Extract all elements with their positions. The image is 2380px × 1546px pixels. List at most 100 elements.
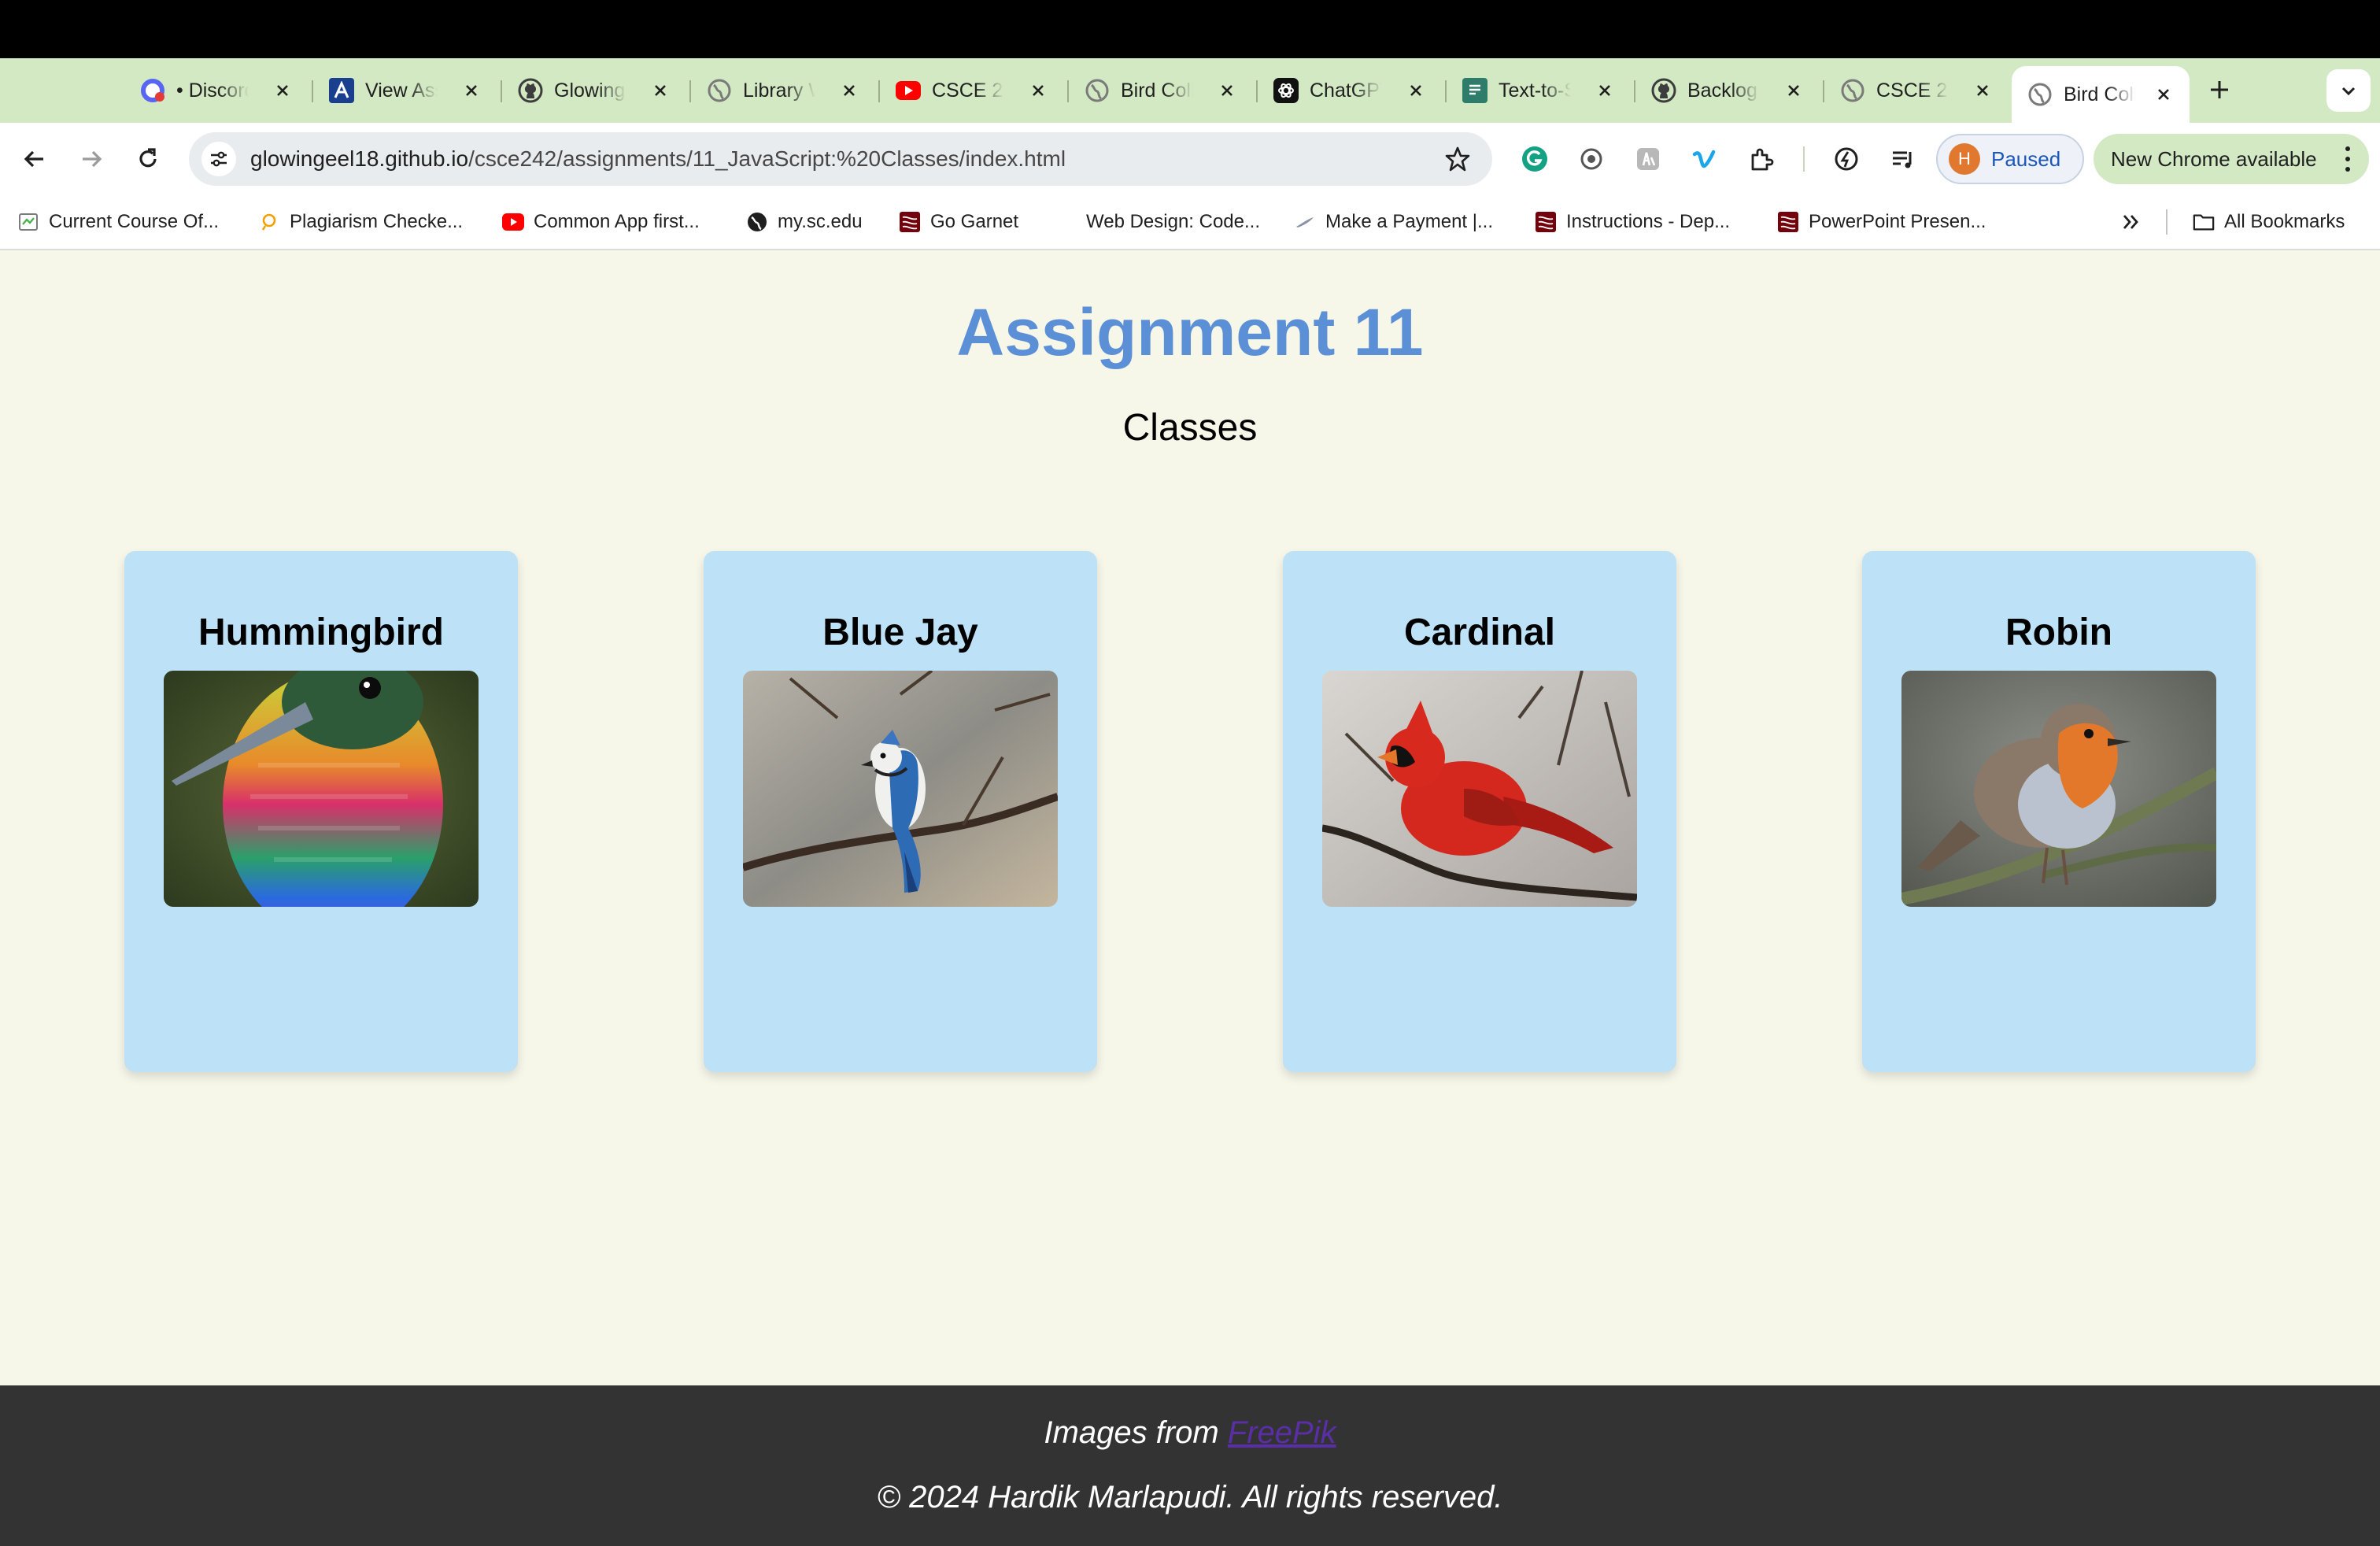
bird-image-blue-jay [743, 671, 1058, 907]
close-icon[interactable] [1404, 79, 1428, 102]
arrow-right-icon [83, 150, 102, 168]
bookmark-common-app[interactable]: Common App first... [502, 208, 700, 236]
url-text: glowingeel18.github.io/csce242/assignmen… [250, 146, 1066, 172]
usc-icon [1535, 211, 1557, 233]
close-icon[interactable] [1026, 79, 1050, 102]
footer: Images from FreePik © 2024 Hardik Marlap… [0, 1385, 2380, 1546]
globe-icon [707, 78, 732, 103]
vimeo-icon[interactable] [1687, 142, 1722, 176]
bookmark-powerpoint[interactable]: PowerPoint Presen... [1777, 208, 1986, 236]
search-bubble-icon [258, 211, 280, 233]
close-icon[interactable] [1215, 79, 1239, 102]
tab-search-button[interactable] [2326, 69, 2371, 112]
arrow-left-icon [24, 150, 43, 168]
tab-discord[interactable]: • Discord [140, 69, 294, 112]
reload-button[interactable] [129, 140, 167, 178]
discord-icon [140, 78, 165, 103]
bookmark-plagiarism-checker[interactable]: Plagiarism Checke... [258, 208, 463, 236]
more-menu-icon[interactable] [2344, 146, 2352, 172]
tab-text-to-speech[interactable]: Text-to-Speech [1462, 69, 1617, 112]
tab-separator [1634, 80, 1635, 102]
tab-csce[interactable]: CSCE 242 [1840, 69, 1994, 112]
bookmarks-bar: Current Course Of... Plagiarism Checke..… [0, 195, 2380, 250]
bird-image-cardinal [1322, 671, 1637, 907]
tab-github[interactable]: Glowingeel18 [518, 69, 672, 112]
toolbar-separator [1803, 146, 1805, 172]
freepik-link[interactable]: FreePik [1228, 1415, 1336, 1450]
performance-icon[interactable] [1829, 142, 1864, 176]
tab-view-assignment[interactable]: View Assignment [329, 69, 483, 112]
image-credit: Images from FreePik [0, 1415, 2380, 1451]
bookmark-label: PowerPoint Presen... [1809, 211, 1986, 232]
extensions-puzzle-icon[interactable] [1744, 142, 1779, 176]
profile-paused-button[interactable]: H Paused [1936, 134, 2084, 184]
bookmark-label: Plagiarism Checke... [290, 211, 464, 232]
close-icon[interactable] [460, 79, 483, 102]
close-icon[interactable] [1593, 79, 1617, 102]
bookmarks-overflow-button[interactable] [2117, 208, 2145, 236]
tab-title: Bird Collection [1121, 79, 1193, 102]
tab-separator [1256, 80, 1258, 102]
tab-title: ChatGPT [1310, 79, 1382, 102]
target-extension-icon[interactable] [1574, 142, 1609, 176]
close-icon[interactable] [649, 79, 672, 102]
folder-icon [2193, 211, 2215, 233]
tab-separator [1067, 80, 1069, 102]
all-bookmarks-label: All Bookmarks [2224, 211, 2345, 232]
menu-bar [0, 0, 2380, 58]
tab-separator [689, 80, 691, 102]
media-control-icon[interactable] [1886, 142, 1920, 176]
bird-name: Robin [2005, 612, 2112, 653]
tab-chatgpt[interactable]: ChatGPT [1273, 69, 1428, 112]
bookmark-make-payment[interactable]: Make a Payment |... [1294, 208, 1493, 236]
close-icon[interactable] [2152, 83, 2175, 106]
bird-name: Cardinal [1403, 612, 1556, 653]
forward-button[interactable] [72, 140, 110, 178]
bird-name: Hummingbird [198, 612, 444, 653]
bookmark-go-garnet[interactable]: Go Garnet [899, 208, 1018, 236]
tab-bird-collection[interactable]: Bird Collection [1085, 69, 1239, 112]
update-chrome-button[interactable]: New Chrome available [2094, 134, 2369, 184]
tab-library-website[interactable]: Library Website [707, 69, 861, 112]
close-icon[interactable] [1971, 79, 1994, 102]
bird-card-robin[interactable]: Robin [1862, 551, 2256, 1072]
address-bar[interactable]: glowingeel18.github.io/csce242/assignmen… [189, 132, 1492, 186]
close-icon[interactable] [1782, 79, 1805, 102]
update-label: New Chrome available [2111, 146, 2317, 171]
bird-image-robin [1901, 671, 2216, 907]
all-bookmarks-button[interactable]: All Bookmarks [2193, 208, 2345, 236]
bookmarks-separator [2166, 209, 2168, 235]
text-doc-icon [1462, 78, 1488, 103]
tab-title: Text-to-Speech [1499, 79, 1571, 102]
tab-separator [1823, 80, 1824, 102]
tab-youtube[interactable]: CSCE 242 [896, 69, 1050, 112]
bookmark-current-course[interactable]: Current Course Of... [17, 208, 219, 236]
bird-card-cardinal[interactable]: Cardinal [1283, 551, 1676, 1072]
site-info-icon[interactable] [201, 142, 236, 176]
tab-title: Backlog [1687, 79, 1757, 102]
bird-card-hummingbird[interactable]: Hummingbird [124, 551, 518, 1072]
translate-extension-icon[interactable] [1631, 142, 1665, 176]
close-icon[interactable] [271, 79, 294, 102]
close-icon[interactable] [837, 79, 861, 102]
grammarly-icon[interactable] [1517, 142, 1552, 176]
bookmark-my-sc-edu[interactable]: my.sc.edu [746, 208, 863, 236]
bookmark-star-icon[interactable] [1442, 143, 1473, 175]
bird-card-blue-jay[interactable]: Blue Jay [704, 551, 1097, 1072]
bookmark-instructions[interactable]: Instructions - Dep... [1535, 208, 1730, 236]
globe-icon [1085, 78, 1110, 103]
tab-title: Bird Collection [2064, 83, 2136, 105]
tab-title: CSCE 242 [1876, 79, 1949, 102]
back-button[interactable] [16, 140, 54, 178]
page-title: Assignment 11 [956, 295, 1424, 369]
tab-backlog[interactable]: Backlog [1651, 69, 1805, 112]
double-chevron-right-icon [2123, 215, 2138, 229]
usc-icon [1777, 211, 1799, 233]
new-tab-button[interactable] [2204, 74, 2235, 105]
globe-icon [746, 211, 768, 233]
tab-separator [1445, 80, 1447, 102]
tab-bird-collection-active[interactable]: Bird Collection [2012, 66, 2190, 123]
bookmark-web-design[interactable]: Web Design: Code... [1074, 208, 1260, 236]
bookmark-label: Go Garnet [930, 211, 1019, 232]
profile-status: Paused [1991, 146, 2061, 171]
